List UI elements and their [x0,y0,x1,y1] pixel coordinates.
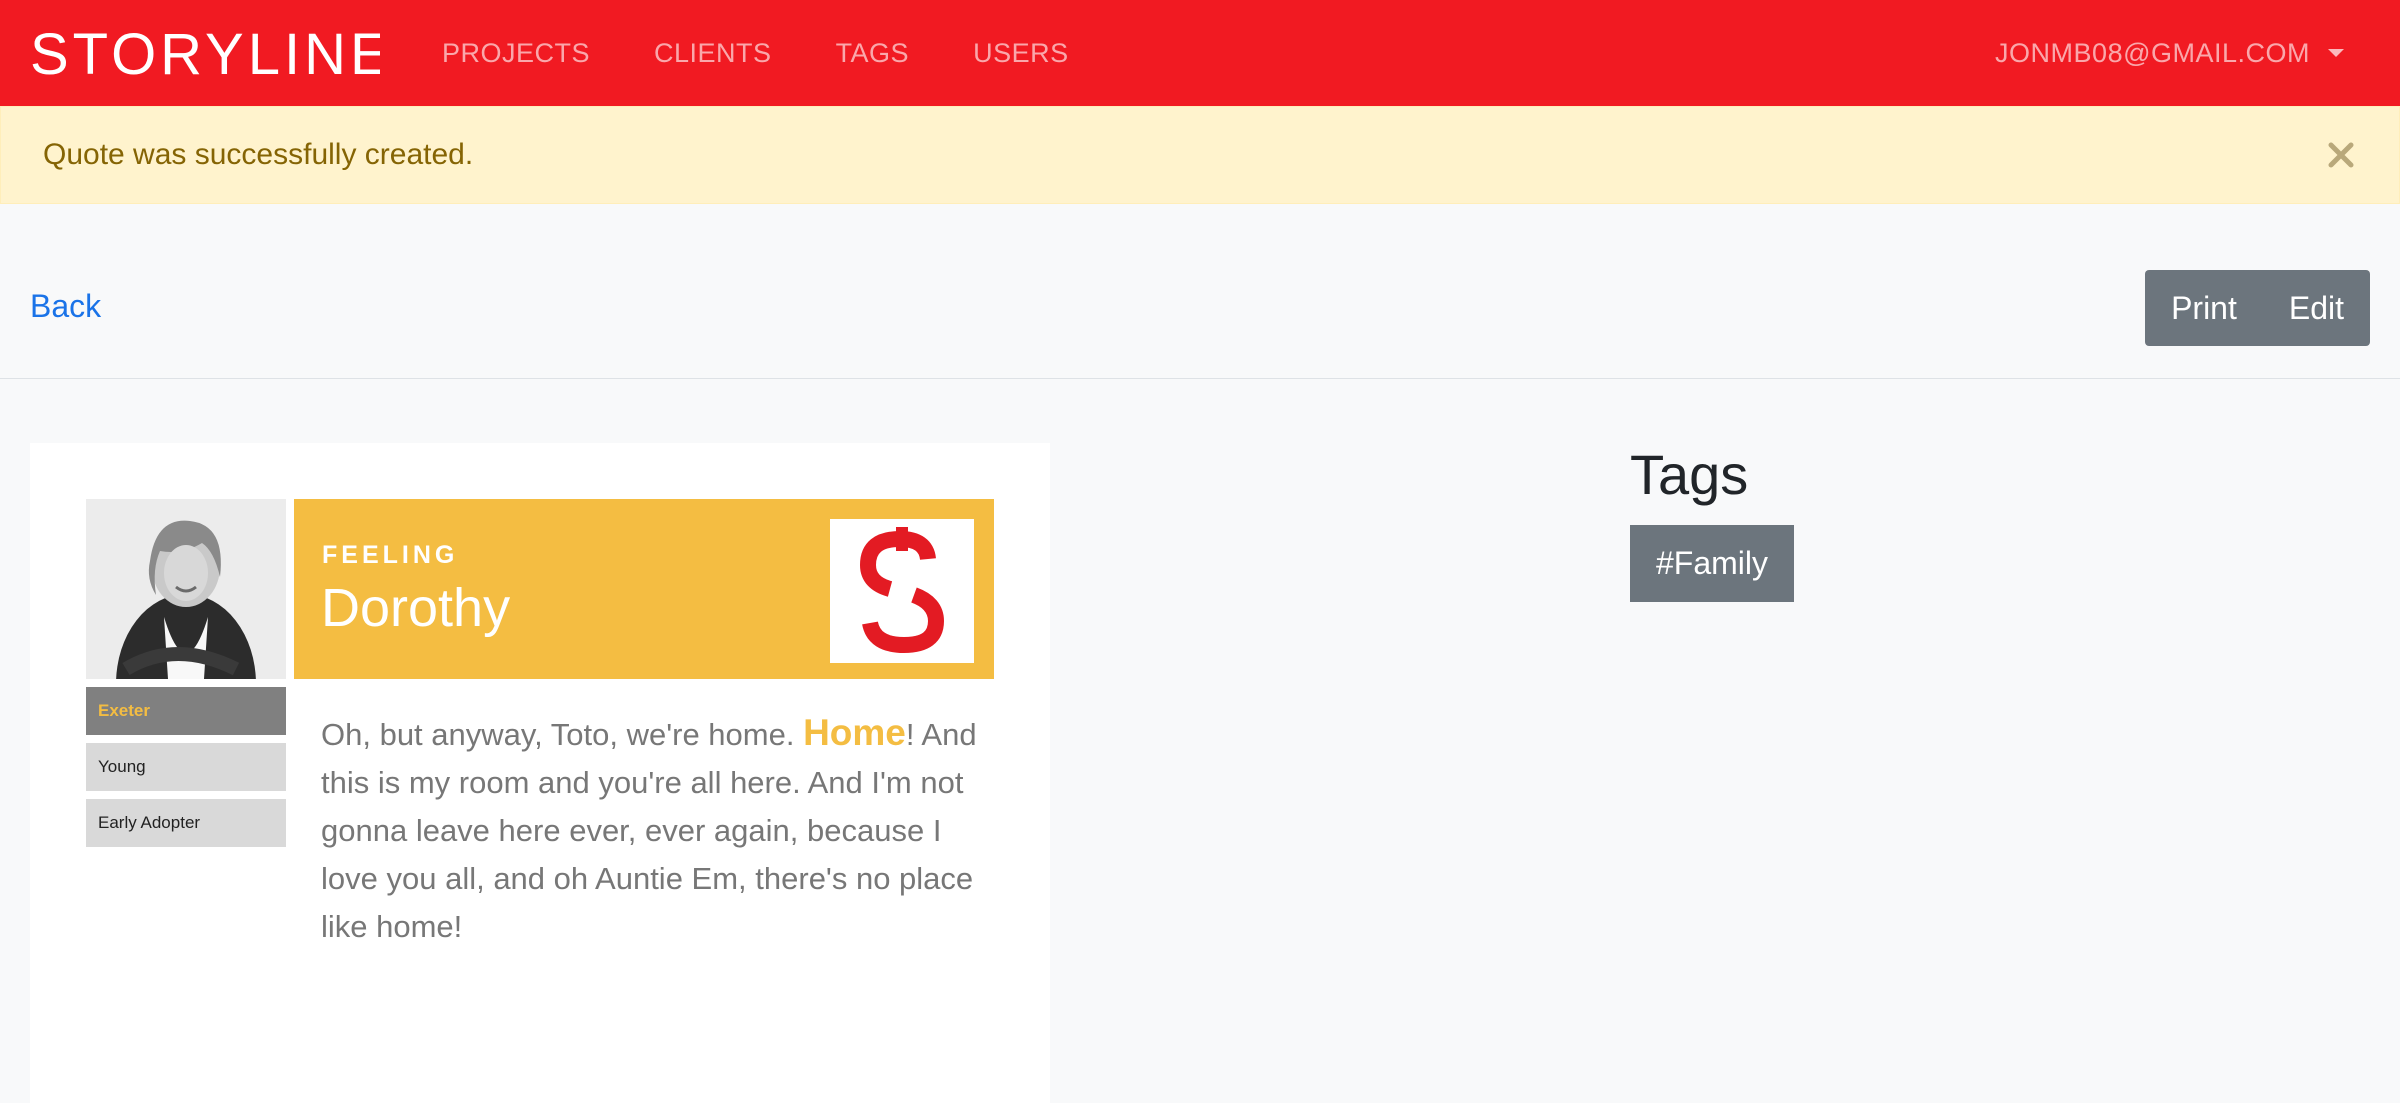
navbar: STORYLINE PROJECTS CLIENTS TAGS USERS JO… [0,0,2400,106]
print-button[interactable]: Print [2145,270,2263,346]
attribute-early-adopter: Early Adopter [86,799,286,847]
quote-person-name: Dorothy [321,578,511,638]
attribute-exeter: Exeter [86,687,286,735]
page-toolbar: Back Print Edit [0,204,2400,379]
quote-card: Exeter Young Early Adopter FEELING Dorot… [30,443,1050,1103]
user-menu-dropdown[interactable]: JONMB08@GMAIL.COM [1995,0,2344,106]
quote-text: Oh, but anyway, Toto, we're home. Home! … [321,709,981,951]
person-photo [86,499,286,679]
brand-logo[interactable]: STORYLINE [30,24,380,80]
success-alert: Quote was successfully created. [0,106,2400,204]
quote-category: FEELING [322,541,459,569]
action-button-group: Print Edit [2145,270,2370,346]
tag-family[interactable]: #Family [1630,525,1795,602]
close-icon[interactable] [2323,137,2359,173]
quote-highlight: Home [803,712,906,753]
tags-heading: Tags [1630,443,1749,506]
user-email: JONMB08@GMAIL.COM [1995,37,2310,68]
alert-message: Quote was successfully created. [43,138,474,171]
chevron-down-icon [2328,49,2344,57]
attribute-young: Young [86,743,286,791]
main-nav: PROJECTS CLIENTS TAGS USERS [442,0,1133,106]
svg-text:STORYLINE: STORYLINE [30,24,380,80]
nav-projects[interactable]: PROJECTS [442,38,590,69]
edit-button[interactable]: Edit [2262,270,2370,346]
nav-clients[interactable]: CLIENTS [654,38,772,69]
back-link[interactable]: Back [30,288,101,325]
nav-users[interactable]: USERS [973,38,1069,69]
quote-text-before: Oh, but anyway, Toto, we're home. [321,717,804,752]
storyline-s-logo-icon [830,519,974,663]
nav-tags[interactable]: TAGS [836,38,910,69]
quote-header: FEELING Dorothy [294,499,994,679]
